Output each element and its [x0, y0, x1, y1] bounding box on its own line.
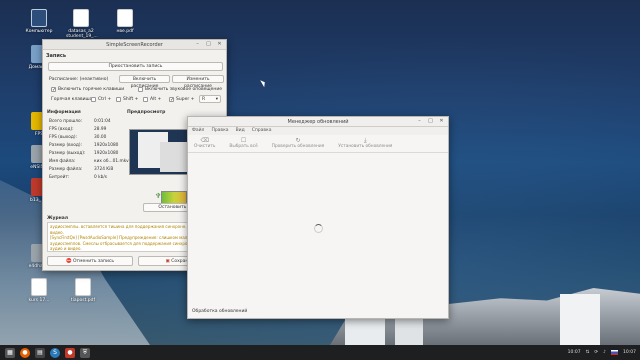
- desktop-icon-computer[interactable]: Компьютер: [24, 9, 54, 34]
- monitor-icon: [31, 9, 47, 27]
- hotkey-select[interactable]: R ▾: [199, 95, 221, 103]
- flag-icon[interactable]: [611, 350, 619, 355]
- hotkey-enable-label: Включить горячие клавиши: [58, 87, 125, 92]
- system-tray: 10:07 ⇅ ⟳ ♪ 10:07: [568, 345, 636, 360]
- network-icon[interactable]: ⇅: [586, 350, 590, 355]
- ctrl-label: Ctrl +: [98, 97, 112, 102]
- desktop-icon-pdf[interactable]: нве.pdf: [110, 9, 140, 34]
- info-row: Размер (вход): 1920x1080: [49, 143, 119, 148]
- upd-toolbar: ⌫ Очистить ☐ Выбрать всё ↻ Проверить обн…: [188, 135, 448, 153]
- close-icon[interactable]: ✕: [216, 41, 223, 48]
- upd-title: Менеджер обновлений: [287, 119, 349, 125]
- menu-edit[interactable]: Правка: [211, 128, 228, 134]
- ssr-titlebar[interactable]: SimpleScreenRecorder – □ ✕: [43, 40, 226, 50]
- super-label: Super +: [176, 97, 195, 102]
- refresh-button[interactable]: ↻ Проверить обновления: [272, 137, 325, 150]
- pdf-icon: [117, 9, 133, 27]
- skype-icon[interactable]: S: [50, 347, 60, 358]
- upd-status: Обработка обновлений: [192, 309, 248, 314]
- install-button[interactable]: ⤓ Установить обновления: [338, 137, 392, 150]
- info-row: FPS (выход): 30.00: [49, 135, 107, 140]
- update-icon[interactable]: ⟳: [594, 350, 598, 355]
- files-icon[interactable]: ▤: [35, 347, 45, 358]
- save-icon: ▣: [165, 259, 170, 264]
- minimize-icon[interactable]: –: [194, 41, 201, 48]
- enable-schedule-button[interactable]: Включить расписание: [119, 75, 170, 89]
- taskbar: ▦ ● ▤ S ● ⛨ 10:07 ⇅ ⟳ ♪ 10:07: [0, 345, 640, 360]
- sound-checkbox[interactable]: [138, 87, 143, 92]
- section-info-title: Информация: [47, 110, 81, 115]
- close-icon[interactable]: ✕: [438, 118, 445, 125]
- ctrl-checkbox[interactable]: [91, 97, 96, 102]
- clear-icon: ⌫: [200, 137, 209, 144]
- edit-schedule-button[interactable]: Изменить расписание: [172, 75, 224, 89]
- shift-label: Shift +: [123, 97, 139, 102]
- pdf-icon: [75, 278, 91, 296]
- app-icon: [31, 278, 47, 296]
- chevron-down-icon: ▾: [215, 97, 218, 102]
- hotkey-checkbox[interactable]: ✓: [51, 87, 56, 93]
- upd-titlebar[interactable]: Менеджер обновлений – □ ✕: [188, 117, 448, 127]
- info-row: Размер файла: 3724 KiB: [49, 167, 114, 172]
- install-icon: ⤓: [363, 137, 367, 144]
- refresh-icon: ↻: [295, 137, 301, 144]
- info-row: Размер (выход): 1920x1080: [49, 151, 119, 156]
- firefox-icon[interactable]: ●: [20, 347, 30, 358]
- desktop-icon-app3[interactable]: kurs 17...: [24, 278, 54, 303]
- maximize-icon[interactable]: □: [205, 41, 212, 48]
- section-preview-title: Предпросмотр: [127, 110, 166, 115]
- record-icon[interactable]: ●: [65, 347, 75, 358]
- desktop-icon-document[interactable]: datasas_a2 student_19_...: [66, 9, 98, 39]
- update-manager-window: Менеджер обновлений – □ ✕ Файл Правка Ви…: [187, 116, 449, 319]
- section-record-title: Запись: [46, 53, 67, 59]
- info-row: Имя файла: ких об...01.mkv: [49, 159, 129, 164]
- info-row: Всего прошло: 0:01:04: [49, 119, 111, 124]
- shift-checkbox[interactable]: [116, 97, 121, 102]
- desktop-icon-pdf2[interactable]: tiapost.pdf: [68, 278, 98, 303]
- document-icon: [73, 9, 89, 27]
- super-checkbox[interactable]: ✓: [169, 97, 174, 103]
- info-row: Битрейт: 0 kb/s: [49, 175, 108, 180]
- clock-secondary[interactable]: 10:07: [623, 350, 636, 355]
- shield-icon[interactable]: ⛨: [80, 347, 90, 358]
- minimize-icon[interactable]: –: [416, 118, 423, 125]
- maximize-icon[interactable]: □: [427, 118, 434, 125]
- hotkey-label: Горячая клавиша:: [51, 97, 94, 102]
- info-row: FPS (вход): 28.99: [49, 127, 107, 132]
- sound-enable-label: Включить звуковое оповещение: [145, 87, 223, 92]
- pause-record-button[interactable]: Приостановить запись: [48, 62, 223, 71]
- loading-spinner-icon: [314, 224, 323, 233]
- upd-menubar: Файл Правка Вид Справка: [188, 127, 448, 135]
- clock[interactable]: 10:07: [568, 350, 581, 355]
- menu-help[interactable]: Справка: [252, 128, 272, 134]
- menu-view[interactable]: Вид: [236, 128, 245, 134]
- clear-button[interactable]: ⌫ Очистить: [194, 137, 215, 150]
- cancel-icon: ⛔: [65, 259, 72, 264]
- select-all-button[interactable]: ☐ Выбрать всё: [229, 137, 257, 150]
- cancel-record-button[interactable]: ⛔ Отменить запись: [47, 256, 133, 266]
- alt-label: Alt +: [150, 97, 162, 102]
- ssr-title: SimpleScreenRecorder: [106, 42, 163, 48]
- alt-checkbox[interactable]: [143, 97, 148, 102]
- section-journal-title: Журнал: [47, 216, 69, 221]
- menu-icon[interactable]: ▦: [5, 347, 15, 358]
- select-all-icon: ☐: [240, 137, 247, 144]
- wallpaper-house: [560, 294, 600, 345]
- menu-file[interactable]: Файл: [192, 128, 204, 134]
- schedule-label: Расписание: (неактивно): [49, 77, 109, 82]
- volume-icon[interactable]: ♪: [603, 350, 606, 355]
